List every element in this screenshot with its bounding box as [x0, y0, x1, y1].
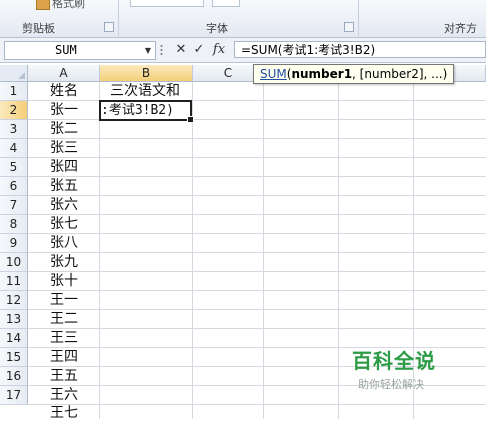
- row-header[interactable]: 7: [0, 196, 28, 215]
- cell-a7[interactable]: 张六: [28, 196, 100, 215]
- format-painter-button[interactable]: 格式刷: [36, 0, 102, 10]
- cell-a8[interactable]: 张七: [28, 215, 100, 234]
- ribbon: 格式刷 剪贴板 字体 对齐方式: [0, 0, 486, 51]
- name-box[interactable]: SUM ▼: [4, 41, 156, 60]
- formula-bar: SUM ▼ ✕ ✓ fx =SUM(考试1:考试3!B2): [0, 38, 486, 63]
- row-header[interactable]: 16: [0, 367, 28, 386]
- watermark: 百科全说 助你轻松解决: [352, 345, 452, 392]
- cell-a16[interactable]: 王五: [28, 367, 100, 386]
- row-header[interactable]: 5: [0, 158, 28, 177]
- cell-a14[interactable]: 王三: [28, 329, 100, 348]
- function-help-link[interactable]: SUM: [260, 67, 287, 81]
- cell-b2-edit-text[interactable]: :考试3!B2): [101, 101, 174, 120]
- cell-a4[interactable]: 张三: [28, 139, 100, 158]
- select-all-corner[interactable]: [0, 65, 28, 82]
- row-header[interactable]: 9: [0, 234, 28, 253]
- cancel-icon[interactable]: ✕: [172, 41, 190, 59]
- watermark-subtitle: 助你轻松解决: [358, 378, 424, 391]
- row-header[interactable]: 17: [0, 386, 28, 405]
- cell-a6[interactable]: 张五: [28, 177, 100, 196]
- cell-a9[interactable]: 张八: [28, 234, 100, 253]
- cell-a13[interactable]: 王二: [28, 310, 100, 329]
- grip-handle-icon[interactable]: [160, 44, 163, 56]
- row-header[interactable]: 4: [0, 139, 28, 158]
- row-header[interactable]: 6: [0, 177, 28, 196]
- ribbon-divider: [118, 0, 119, 36]
- column-header-a[interactable]: A: [28, 65, 100, 82]
- font-name-box[interactable]: [130, 0, 204, 7]
- clipboard-launcher-icon[interactable]: [104, 22, 114, 32]
- cell-a15[interactable]: 王四: [28, 348, 100, 367]
- clipboard-group-label: 剪贴板: [22, 22, 55, 35]
- row-header[interactable]: 11: [0, 272, 28, 291]
- row-header[interactable]: 14: [0, 329, 28, 348]
- row-header[interactable]: 12: [0, 291, 28, 310]
- row-header[interactable]: 8: [0, 215, 28, 234]
- fx-icon[interactable]: fx: [208, 41, 230, 59]
- format-painter-icon: [36, 0, 50, 10]
- column-header-b[interactable]: B: [100, 65, 193, 82]
- font-size-box[interactable]: [212, 0, 240, 7]
- cell-a3[interactable]: 张二: [28, 120, 100, 139]
- row-header[interactable]: 1: [0, 82, 28, 101]
- cell-a12[interactable]: 王一: [28, 291, 100, 310]
- cell-a1[interactable]: 姓名: [28, 82, 100, 101]
- chevron-down-icon[interactable]: ▼: [145, 42, 151, 59]
- fill-handle[interactable]: [187, 116, 194, 123]
- cell-a17[interactable]: 王六: [28, 386, 100, 405]
- row-header[interactable]: 15: [0, 348, 28, 367]
- cell-a18[interactable]: 王七: [28, 404, 100, 423]
- enter-icon[interactable]: ✓: [190, 41, 208, 59]
- ribbon-divider: [358, 0, 359, 36]
- function-tooltip: SUM(number1, [number2], ...): [253, 64, 455, 84]
- row-header[interactable]: 3: [0, 120, 28, 139]
- cell-a11[interactable]: 张十: [28, 272, 100, 291]
- row-header[interactable]: 10: [0, 253, 28, 272]
- cell-a5[interactable]: 张四: [28, 158, 100, 177]
- cell-a2[interactable]: 张一: [28, 101, 100, 120]
- cell-a10[interactable]: 张九: [28, 253, 100, 272]
- row-header[interactable]: 2: [0, 101, 28, 120]
- row-header[interactable]: 13: [0, 310, 28, 329]
- watermark-title: 百科全说: [352, 349, 436, 373]
- font-launcher-icon[interactable]: [344, 22, 354, 32]
- formula-input[interactable]: =SUM(考试1:考试3!B2): [234, 41, 486, 58]
- cell-b1[interactable]: 三次语文和: [110, 82, 180, 101]
- font-group-label: 字体: [206, 22, 228, 35]
